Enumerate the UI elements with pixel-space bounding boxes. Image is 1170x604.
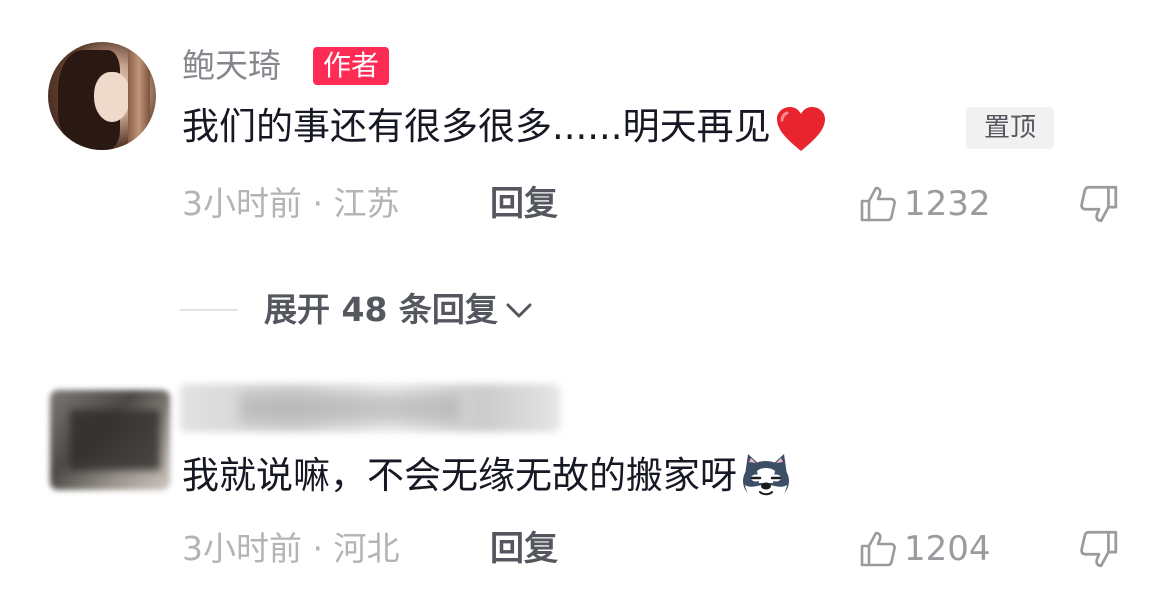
expand-replies-label: 展开 48 条回复 [264,290,498,329]
expand-replies-button[interactable]: 展开 48 条回复 [180,286,536,334]
dislike-button[interactable] [1078,182,1120,226]
author-badge: 作者 [313,47,390,85]
like-count: 1204 [904,529,991,569]
pinned-badge: 置顶 [966,107,1054,149]
chevron-down-icon [506,303,532,318]
comment-text-content: 我就说嘛，不会无缘无故的搬家呀 [182,454,737,497]
comment-text-content: 我们的事还有很多很多......明天再见 [182,105,771,148]
comment-meta: 3小时前 · 江苏 [182,184,400,223]
thumbs-up-icon [860,186,896,222]
like-count: 1232 [904,184,991,224]
reply-button[interactable]: 回复 [490,182,558,226]
expand-divider [180,309,238,311]
author-avatar[interactable] [48,42,156,150]
thumbs-down-icon [1080,530,1118,568]
comment-text: 我们的事还有很多很多......明天再见 [182,101,827,153]
dislike-button[interactable] [1078,527,1120,571]
thumbs-up-icon [860,531,896,567]
avatar[interactable] [30,380,180,500]
red-heart-icon [775,105,827,153]
comment-meta: 3小时前 · 河北 [182,529,400,568]
comment-author-name[interactable]: 鲍天琦 [182,44,281,88]
comment-text: 我就说嘛，不会无缘无故的搬家呀 [182,450,793,505]
comment-author-name-blurred[interactable] [180,372,560,442]
husky-dog-emoji-icon [739,451,793,505]
reply-button[interactable]: 回复 [490,527,558,571]
like-button[interactable]: 1232 [858,182,991,226]
thumbs-down-icon [1080,185,1118,223]
like-button[interactable]: 1204 [858,527,991,571]
